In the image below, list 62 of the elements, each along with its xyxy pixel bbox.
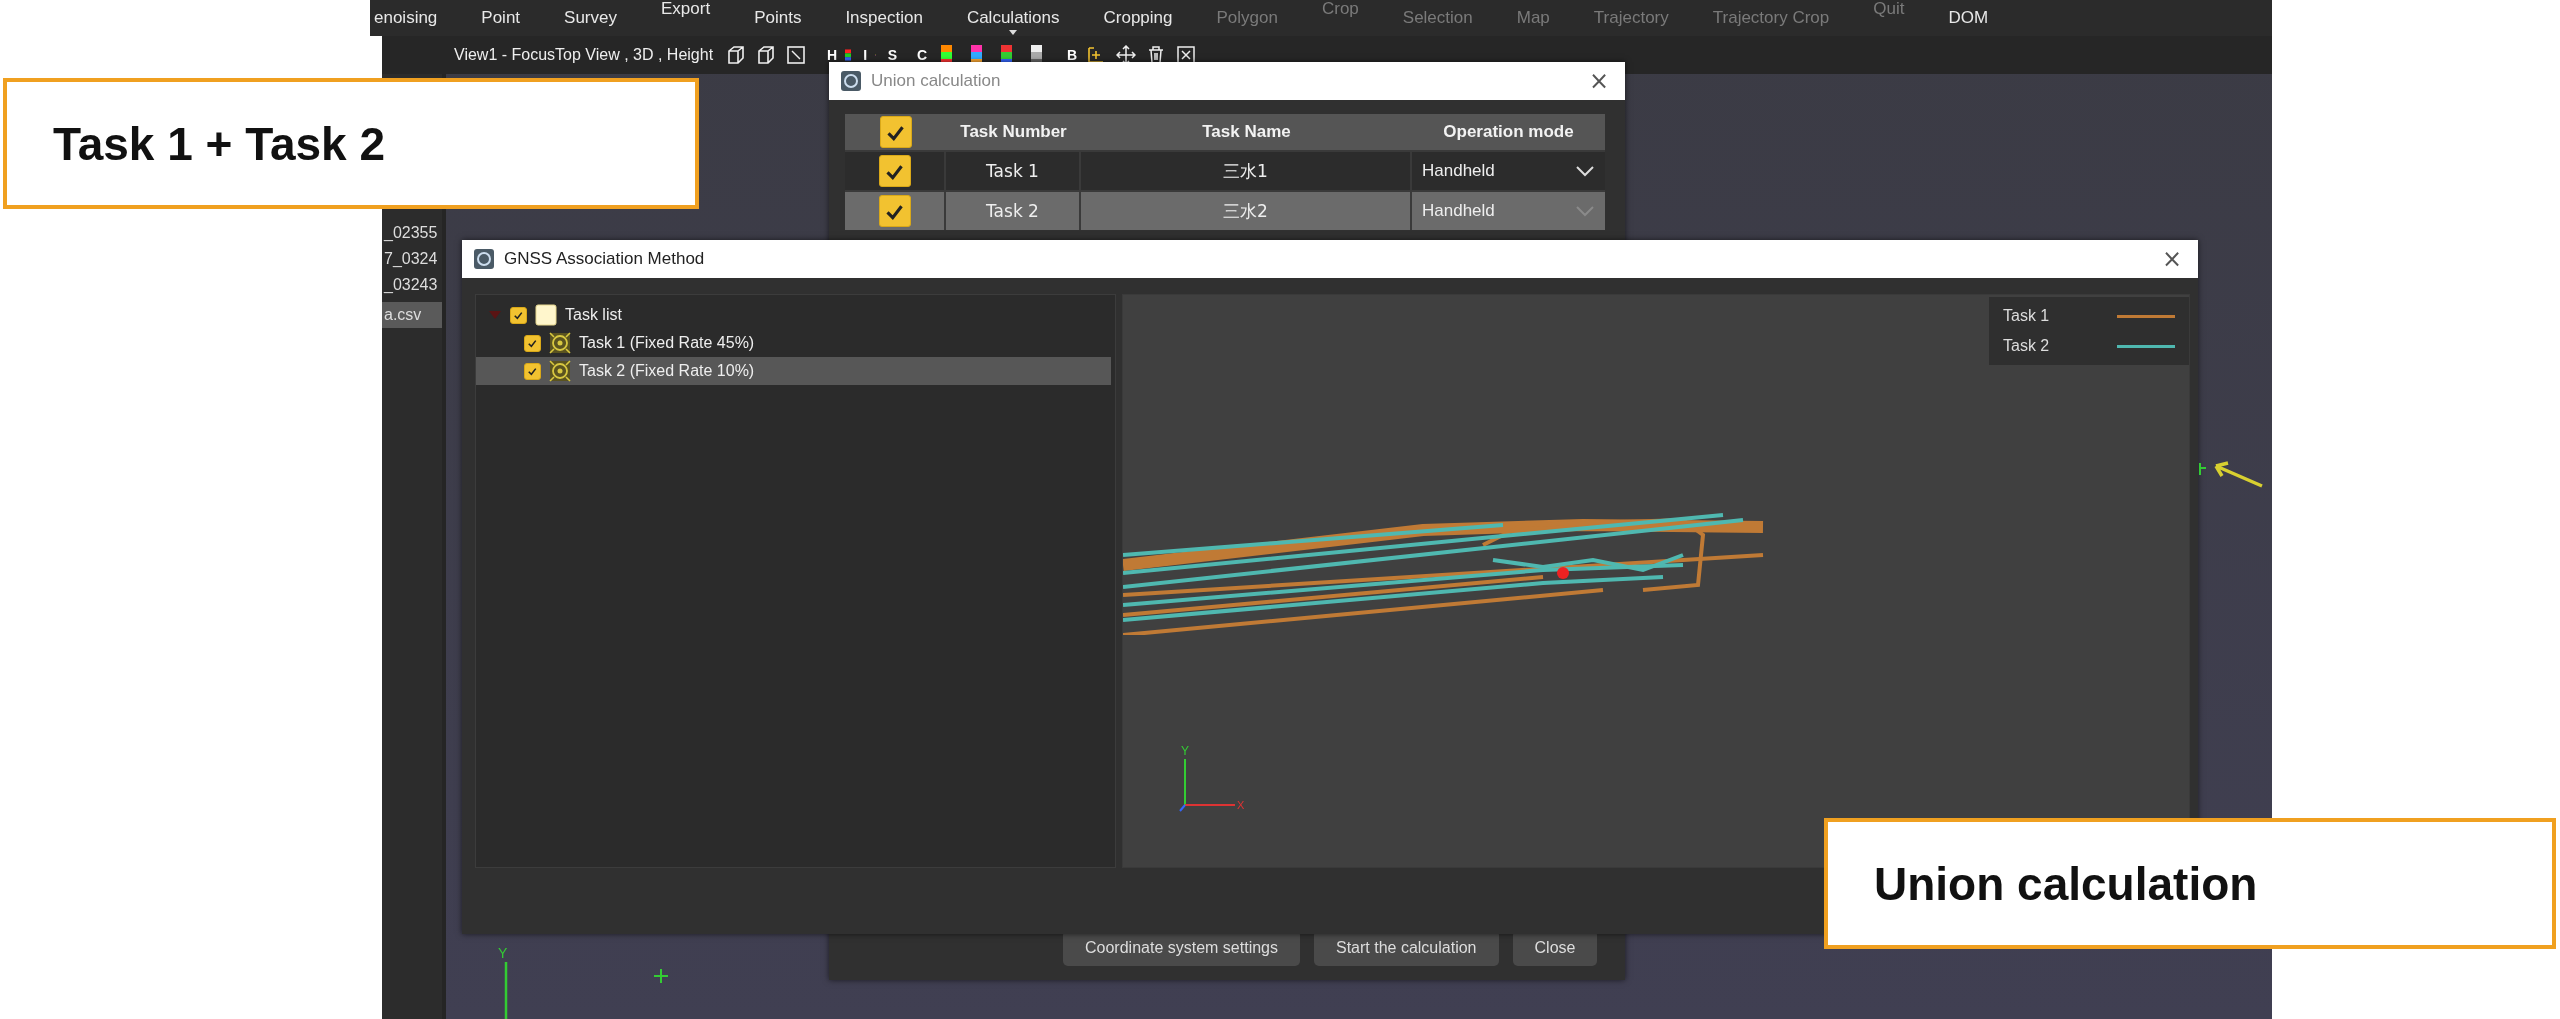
close-button[interactable]: × <box>1584 67 1613 95</box>
checkbox[interactable] <box>524 362 541 380</box>
frame-icon[interactable] <box>786 45 807 65</box>
cube-icon[interactable] <box>726 45 747 65</box>
menu-item[interactable]: Point <box>481 0 521 36</box>
toolbar-letter: H <box>827 48 838 62</box>
column-header: Operation mode <box>1412 114 1605 150</box>
chevron-icon <box>1575 165 1595 177</box>
chevron-icon <box>1575 205 1595 217</box>
toolbar-letter: C <box>917 48 928 62</box>
checkbox[interactable] <box>878 155 911 187</box>
table-cell: Task 1 <box>946 150 1081 190</box>
move-icon[interactable] <box>1116 45 1137 65</box>
table-cell: 三水1 <box>1081 150 1412 190</box>
window-title: GNSS Association Method <box>504 249 705 269</box>
close-button[interactable]: × <box>2157 245 2186 273</box>
arrow-icon <box>2212 460 2264 488</box>
mode-dropdown[interactable]: Handheld <box>1412 150 1605 190</box>
menu-item[interactable]: Cropping <box>1103 0 1173 36</box>
column-header: Task Number <box>946 114 1081 150</box>
target-icon <box>549 332 571 354</box>
view-tab[interactable]: View1 - FocusTop View , 3D , Height <box>454 46 714 64</box>
table-cell: 三水2 <box>1081 190 1412 230</box>
checkbox[interactable] <box>510 306 527 324</box>
clear-icon[interactable] <box>1176 45 1197 65</box>
tick-icon <box>513 309 524 321</box>
column-header: Task Name <box>1081 114 1412 150</box>
menu-item[interactable]: DOM <box>1948 0 1989 36</box>
checkbox[interactable] <box>879 116 912 148</box>
table-cell: Task 2 <box>946 190 1081 230</box>
toolbar-letter: S <box>887 48 898 62</box>
app-icon <box>474 249 494 269</box>
checkbox[interactable] <box>524 334 541 352</box>
toolbar-letter: I <box>863 48 868 62</box>
legend-label: Task 2 <box>2003 337 2050 355</box>
app-icon <box>841 71 861 91</box>
file-item[interactable]: a.csv <box>382 302 442 328</box>
tree-row-selected[interactable]: Task 2 (Fixed Rate 10%) <box>476 357 1111 385</box>
marker-icon <box>2198 462 2208 476</box>
tick-icon <box>527 365 538 377</box>
plus-icon <box>653 968 669 984</box>
file-item[interactable]: _03243 <box>382 272 442 298</box>
menu-item[interactable]: Points <box>754 0 802 36</box>
folder-icon <box>535 304 557 326</box>
file-item[interactable]: 7_0324 <box>382 246 442 272</box>
dialog-title: Union calculation <box>871 71 1001 91</box>
menu-item[interactable]: Export <box>661 0 711 27</box>
legend-label: Task 1 <box>2003 307 2050 325</box>
tree-row[interactable]: Task list <box>476 301 1111 329</box>
tick-icon <box>527 337 538 349</box>
cube-icon[interactable] <box>756 45 777 65</box>
file-item[interactable]: _02355 <box>382 220 442 246</box>
menu-item[interactable]: enoising <box>374 0 438 36</box>
tree-row[interactable]: Task 1 (Fixed Rate 45%) <box>476 329 1111 357</box>
checkbox[interactable] <box>878 195 911 227</box>
mode-dropdown[interactable]: Handheld <box>1412 190 1605 230</box>
menu-item[interactable]: Inspection <box>845 0 923 36</box>
callout-box: Task 1 + Task 2 <box>3 78 699 209</box>
menu-item[interactable]: Survey <box>564 0 617 36</box>
target-icon <box>549 360 571 382</box>
callout-box: Union calculation <box>1824 818 2556 949</box>
toolbar-letter: B <box>1067 48 1078 62</box>
